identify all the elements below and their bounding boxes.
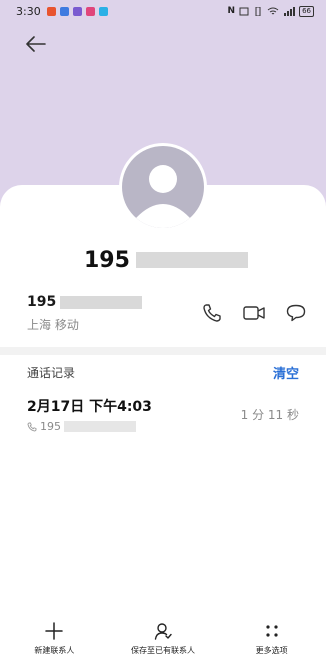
more-options-button[interactable]: 更多选项: [227, 620, 317, 656]
call-button[interactable]: [201, 302, 223, 324]
vibrate-icon: [255, 6, 261, 16]
clear-call-log-button[interactable]: 清空: [273, 363, 299, 382]
call-record-duration: 1 分 11 秒: [240, 408, 299, 422]
video-camera-icon: [243, 306, 265, 320]
arrow-left-icon: [26, 36, 46, 52]
avatar-image: [122, 146, 204, 228]
message-button[interactable]: [285, 302, 307, 324]
new-contact-label: 新建联系人: [34, 646, 75, 655]
avatar: [119, 143, 207, 231]
phone-icon: [203, 304, 221, 322]
redacted-number: [135, 252, 248, 268]
bottom-action-bar: 新建联系人 保存至已有联系人 更多选项: [0, 620, 326, 666]
status-time: 3:30: [16, 4, 41, 18]
signal-icon: [284, 6, 296, 16]
redacted-number: [64, 421, 136, 432]
save-to-existing-contact-label: 保存至已有联系人: [130, 646, 195, 655]
redacted-number: [60, 295, 143, 309]
plus-icon: [43, 620, 65, 642]
call-log-title: 通话记录: [27, 365, 76, 380]
contact-number-title: 195: [84, 245, 248, 275]
phone-number-prefix: 195: [27, 294, 57, 310]
back-button[interactable]: [22, 30, 50, 58]
status-bar: 3:30 N 66: [0, 0, 326, 22]
save-to-existing-contact-button[interactable]: 保存至已有联系人: [118, 620, 208, 656]
app-notification-icon: [85, 6, 95, 16]
contact-number-prefix: 195: [84, 247, 130, 273]
call-record-number-prefix: 195: [40, 420, 61, 433]
app-notification-icon: [59, 6, 69, 16]
section-divider: [0, 347, 326, 355]
app-notification-icon: [46, 6, 56, 16]
contact-actions: [201, 302, 307, 324]
person-silhouette-icon: [136, 165, 190, 228]
phone-info-row: 195 上海 移动: [27, 294, 307, 340]
status-right: N 66: [227, 5, 314, 17]
outgoing-call-icon: [27, 422, 37, 431]
video-call-button[interactable]: [243, 302, 265, 324]
battery-icon: 66: [299, 5, 314, 17]
new-contact-button[interactable]: 新建联系人: [9, 620, 99, 656]
app-notification-icon: [72, 6, 82, 16]
status-left: 3:30: [16, 5, 108, 18]
chat-bubble-icon: [286, 304, 306, 322]
call-log-header: 通话记录 清空: [27, 362, 299, 382]
app-notification-icon: [98, 6, 108, 16]
more-dots-icon: [261, 620, 283, 642]
wifi-icon: [267, 7, 279, 14]
mute-icon: [239, 7, 249, 15]
nfc-icon: N: [227, 6, 236, 16]
person-icon: [152, 620, 174, 642]
more-options-label: 更多选项: [255, 646, 288, 655]
call-record[interactable]: 2月17日 下午4:03 195 1 分 11 秒: [27, 396, 299, 440]
